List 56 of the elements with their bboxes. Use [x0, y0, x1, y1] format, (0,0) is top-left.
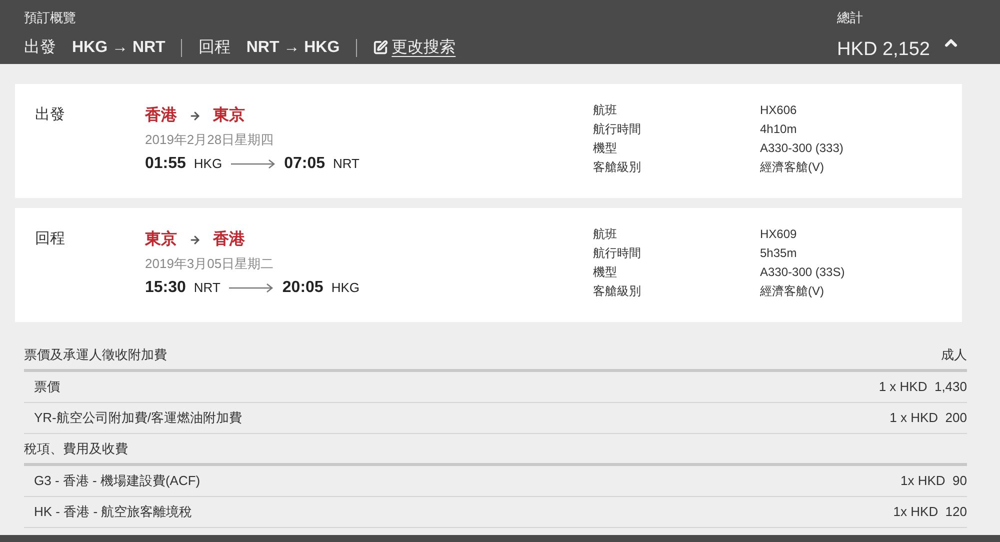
flight-direction: 出發	[34, 105, 66, 125]
detail-label: 航行時間	[593, 245, 642, 262]
departure-code: HKG	[194, 154, 222, 173]
leg-label: 回程	[198, 38, 230, 58]
detail-label: 機型	[593, 264, 618, 281]
detail-label: 客艙級別	[593, 159, 642, 176]
fee-name: 票價	[34, 378, 60, 396]
detail-label: 客艙級別	[593, 283, 642, 300]
detail-value: A330-300 (333)	[760, 140, 844, 157]
leg-route: NRT → HKG	[246, 38, 340, 58]
total-price: HKD 2,152	[837, 38, 930, 62]
fee-amount: 1 x HKD 1,430	[878, 378, 967, 396]
edit-icon	[372, 40, 388, 55]
leg-route: HKG → NRT	[72, 38, 166, 58]
arrival-time: 07:05	[284, 154, 326, 174]
edit-search-link[interactable]: 更改搜索	[392, 36, 456, 60]
total-label: 總計	[837, 9, 864, 27]
arrival-time: 20:05	[282, 278, 324, 298]
arrival-code: HKG	[331, 278, 360, 297]
long-arrow-icon	[228, 282, 274, 292]
flight-date: 2019年2月28日星期四	[145, 131, 275, 149]
detail-value: 5h35m	[760, 245, 798, 262]
departure-code: NRT	[194, 278, 220, 297]
fee-amount: 1 x HKD 200	[890, 409, 967, 428]
origin-city: 香港	[145, 105, 177, 126]
detail-label: 航班	[593, 102, 618, 119]
column-heading: 成人	[941, 346, 967, 364]
destination-city: 東京	[213, 105, 245, 126]
detail-value: A330-300 (33S)	[760, 264, 845, 281]
section-heading: 稅項、費用及收費	[24, 440, 128, 458]
long-arrow-icon	[230, 158, 276, 168]
detail-label: 航班	[593, 226, 618, 243]
arrival-code: NRT	[333, 154, 360, 173]
detail-value: HX609	[760, 226, 798, 243]
destination-city: 香港	[213, 229, 245, 250]
leg-label: 出發	[24, 38, 56, 58]
detail-label: 航行時間	[593, 121, 642, 138]
detail-value: HX606	[760, 102, 798, 119]
detail-value: 4h10m	[760, 121, 798, 138]
detail-value: 經濟客艙(V)	[760, 159, 825, 176]
fee-name: HK - 香港 - 航空旅客離境稅	[34, 503, 192, 522]
fee-name: G3 - 香港 - 機場建設費(ACF)	[34, 472, 200, 490]
arrow-icon	[189, 110, 201, 122]
departure-time: 15:30	[145, 278, 186, 298]
flight-date: 2019年3月05日星期二	[145, 255, 275, 273]
header-title: 預訂概覽	[24, 9, 77, 27]
detail-value: 經濟客艙(V)	[760, 283, 825, 300]
fee-amount: 1x HKD 120	[893, 503, 967, 522]
arrow-icon	[189, 234, 201, 246]
departure-time: 01:55	[145, 154, 186, 174]
detail-label: 機型	[593, 140, 618, 157]
section-heading: 票價及承運人徵收附加費	[24, 346, 167, 364]
fee-name: YR-航空公司附加費/客運燃油附加費	[34, 409, 242, 428]
origin-city: 東京	[145, 229, 177, 250]
flight-direction: 回程	[34, 229, 66, 249]
fee-amount: 1x HKD 90	[900, 472, 967, 490]
